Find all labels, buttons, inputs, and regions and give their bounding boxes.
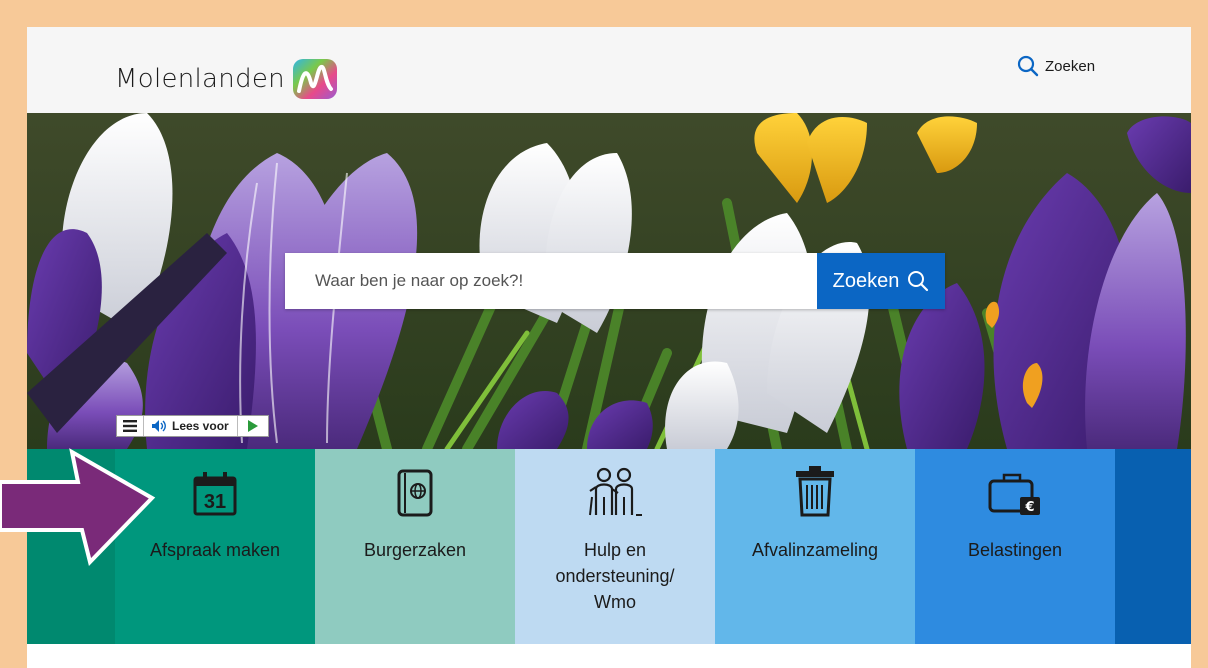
site-logo[interactable]: Molenlanden: [115, 57, 339, 101]
logo-text: Molenlanden: [115, 64, 285, 94]
passport-icon: [397, 469, 433, 517]
quick-links: 31 Afspraak maken Burgerzaken Hulp en on…: [27, 449, 1191, 644]
page-bottom: [27, 644, 1191, 668]
hero-search: Zoeken: [285, 253, 945, 309]
search-icon: [908, 271, 929, 292]
header-search-button[interactable]: Zoeken: [1017, 55, 1095, 77]
tile-icon-wrap: [794, 465, 836, 517]
page: Molenlanden Zoeken Waar ben je naar op z…: [27, 27, 1191, 668]
tile-hulp-en-ondersteuning[interactable]: Hulp en ondersteuning/ Wmo: [515, 449, 715, 644]
calendar-icon: 31: [193, 472, 237, 516]
search-input[interactable]: [285, 253, 817, 309]
wallet-euro-icon: €: [988, 473, 1040, 515]
tile-right-edge: [1115, 449, 1191, 644]
tile-icon-wrap: 31: [192, 465, 238, 517]
hero-banner: Zoeken Lees: [27, 113, 1191, 449]
tile-label: Burgerzaken: [363, 540, 467, 560]
tile-belastingen[interactable]: € Belastingen: [915, 449, 1115, 644]
trash-icon: [796, 466, 834, 517]
tile-label: Belastingen: [967, 540, 1063, 560]
annotation-arrow-icon: [0, 448, 156, 566]
tile-label: Afvalinzameling: [751, 540, 879, 560]
tile-icon-wrap: €: [988, 465, 1042, 517]
play-icon: [247, 420, 258, 432]
search-submit-button[interactable]: Zoeken: [817, 253, 945, 309]
tile-afvalinzameling[interactable]: Afvalinzameling: [715, 449, 915, 644]
search-submit-label: Zoeken: [832, 269, 900, 292]
svg-text:€: €: [1024, 500, 1034, 515]
logo-mark-icon: [292, 59, 337, 99]
tile-label: Hulp en ondersteuning/ Wmo: [555, 540, 675, 612]
tile-icon-wrap: [586, 465, 644, 517]
tile-icon-wrap: [397, 465, 433, 517]
tile-burgerzaken[interactable]: Burgerzaken: [315, 449, 515, 644]
site-header: Molenlanden Zoeken: [27, 27, 1191, 113]
people-icon: [589, 467, 642, 516]
calendar-day: 31: [204, 491, 226, 513]
header-search-label: Zoeken: [1045, 57, 1096, 75]
search-icon: [1017, 55, 1039, 77]
readspeaker-play-button[interactable]: [238, 416, 268, 436]
